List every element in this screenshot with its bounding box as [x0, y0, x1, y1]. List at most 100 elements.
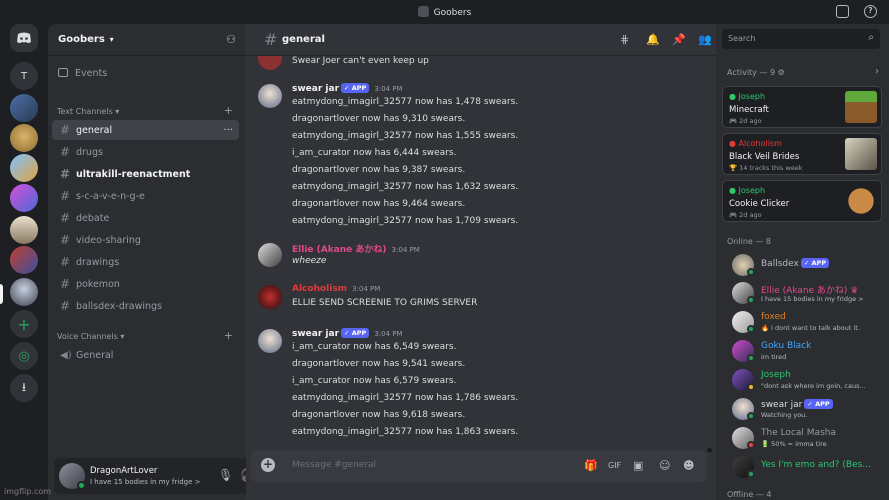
guild-icon-2[interactable]: [10, 124, 38, 152]
member-item[interactable]: The Local Masha 🔋 50% = imma tire: [732, 425, 882, 451]
guild-icon-3[interactable]: [10, 154, 38, 182]
member-item[interactable]: Yes I'm emo and? (Bes...: [732, 454, 882, 480]
channel-label: drugs: [76, 146, 103, 158]
sticker-icon[interactable]: ▣: [633, 459, 643, 472]
microphone-icon[interactable]: 🎙: [218, 468, 233, 482]
member-status: 🔥 i dont want to talk about it.: [761, 324, 860, 332]
guild-icon-4[interactable]: [10, 184, 38, 212]
member-status: I have 15 bodies in my fridge >: [761, 295, 864, 303]
gift-icon[interactable]: 🎁: [584, 459, 598, 472]
gif-icon[interactable]: GIF: [608, 461, 621, 470]
guild-goobers[interactable]: [10, 278, 38, 306]
message-text: eatmydong_imagirl_32577 now has 1,709 sw…: [292, 216, 519, 226]
pin-icon[interactable]: 📌: [672, 33, 686, 46]
attach-plus-icon[interactable]: +: [261, 458, 275, 472]
message-author[interactable]: swear jar: [292, 329, 339, 339]
channel-drawings[interactable]: # drawings: [52, 252, 239, 272]
member-name-text: Ballsdex: [761, 259, 799, 269]
message-author[interactable]: Ellie (Akane あかね): [292, 245, 387, 255]
timestamp: 3:04 PM: [374, 85, 403, 93]
avatar[interactable]: [258, 285, 282, 309]
bell-icon[interactable]: 🔔: [646, 33, 660, 46]
message-list: Swear Joer can't even keep up swear jar ✓…: [246, 56, 716, 452]
hash-icon: #: [60, 277, 71, 291]
activity-card[interactable]: ● Joseph Cookie Clicker 🎮 2d ago: [722, 180, 882, 222]
member-item[interactable]: Joseph "dont ask where im goin, caus...: [732, 367, 882, 393]
member-item[interactable]: Ballsdex ✓ APP: [732, 252, 882, 278]
channel-ballsdex-drawings[interactable]: # ballsdex-drawings: [52, 296, 239, 316]
guild-t[interactable]: T: [10, 62, 38, 90]
threads-icon[interactable]: ⋕: [620, 33, 629, 46]
search-input[interactable]: Search ⌕: [722, 29, 880, 49]
emoji-icon[interactable]: ☺: [659, 459, 670, 472]
channel-pokemon[interactable]: # pokemon: [52, 274, 239, 294]
discover-icon[interactable]: ◎: [10, 342, 38, 370]
activity-user-name: Joseph: [738, 186, 766, 195]
category-text-channels[interactable]: Text Channels ▾: [57, 107, 119, 116]
server-header[interactable]: Goobers ▾ ⚇: [48, 24, 246, 56]
message-author[interactable]: Alcoholism: [292, 284, 347, 294]
category-voice-channels[interactable]: Voice Channels ▾: [57, 332, 124, 341]
activity-card[interactable]: ● Alcoholism Black Veil Brides 🏆 14 trac…: [722, 133, 882, 175]
message-input[interactable]: Message #general: [292, 460, 376, 470]
username[interactable]: DragonArtLover: [90, 466, 157, 476]
game-thumbnail: [845, 185, 877, 217]
channel-debate[interactable]: # debate: [52, 208, 239, 228]
chevron-right-icon[interactable]: ›: [875, 66, 879, 77]
member-item[interactable]: Ellie (Akane あかね) ♛ I have 15 bodies in …: [732, 280, 882, 306]
guild-icon-5[interactable]: [10, 216, 38, 244]
message-header: swear jar ✓ APP 3:04 PM: [292, 83, 403, 94]
avatar[interactable]: [258, 243, 282, 267]
scrollbar[interactable]: [707, 448, 712, 452]
member-status: Watching you.: [761, 411, 808, 419]
member-item[interactable]: foxed 🔥 i dont want to talk about it.: [732, 309, 882, 335]
invite-people-icon[interactable]: ⚇: [226, 33, 236, 46]
activity-title: Minecraft: [729, 105, 769, 115]
discord-home-icon[interactable]: [10, 24, 38, 52]
app-badge-label: APP: [351, 329, 367, 337]
selected-server-pill: [0, 284, 3, 304]
member-item[interactable]: Goku Black im tired: [732, 338, 882, 364]
create-channel-icon[interactable]: +: [224, 104, 233, 117]
avatar[interactable]: [258, 56, 282, 70]
member-status: im tired: [761, 353, 787, 361]
activity-card[interactable]: ● Joseph Minecraft 🎮 2d ago: [722, 86, 882, 128]
add-server-icon[interactable]: +: [10, 310, 38, 338]
voice-channel-general[interactable]: ◀) General: [52, 345, 239, 365]
apps-icon[interactable]: ☻: [683, 459, 694, 472]
avatar[interactable]: [258, 329, 282, 353]
inbox-icon[interactable]: [836, 5, 849, 18]
guild-icon-6[interactable]: [10, 246, 38, 274]
gear-icon[interactable]: ⚙: [778, 68, 785, 77]
message-header: swear jar ✓ APP 3:04 PM: [292, 328, 403, 339]
member-list-icon[interactable]: 👥: [698, 33, 712, 46]
events-link[interactable]: Events: [58, 68, 107, 79]
channel-scavenge[interactable]: # s-c-a-v-e-n-g-e: [52, 186, 239, 206]
message-text: dragonartlover now has 9,541 swears.: [292, 359, 466, 369]
avatar[interactable]: [258, 84, 282, 108]
watermark: imgflip.com: [4, 487, 52, 496]
message-author[interactable]: swear jar: [292, 84, 339, 94]
album-thumbnail: [845, 138, 877, 170]
channel-general[interactable]: # general ···: [52, 120, 239, 140]
activity-header: Activity — 9 ⚙: [727, 68, 785, 77]
download-icon[interactable]: ⭳: [10, 374, 38, 402]
mobile-status-icon: [747, 354, 755, 362]
activity-title: Cookie Clicker: [729, 199, 790, 209]
channel-ultrakill-reenactment[interactable]: # ultrakill-reenactment: [52, 164, 239, 184]
search-icon: ⌕: [868, 32, 874, 43]
guild-icon-1[interactable]: [10, 94, 38, 122]
activity-user-name: Joseph: [738, 92, 766, 101]
online-status-icon: [77, 481, 86, 490]
message-text: i_am_curator now has 6,549 swears.: [292, 342, 457, 352]
channel-video-sharing[interactable]: # video-sharing: [52, 230, 239, 250]
activity-time-text: 2d ago: [739, 117, 762, 125]
create-channel-icon[interactable]: +: [224, 329, 233, 342]
member-item[interactable]: swear jar ✓ APP Watching you.: [732, 396, 882, 422]
help-icon[interactable]: ?: [864, 5, 877, 18]
channel-drugs[interactable]: # drugs: [52, 142, 239, 162]
hash-icon: #: [60, 145, 71, 159]
window-title: Goobers: [0, 6, 889, 18]
more-icon[interactable]: ···: [223, 125, 233, 136]
message-composer[interactable]: + Message #general 🎁 GIF ▣ ☺ ☻: [251, 450, 707, 482]
